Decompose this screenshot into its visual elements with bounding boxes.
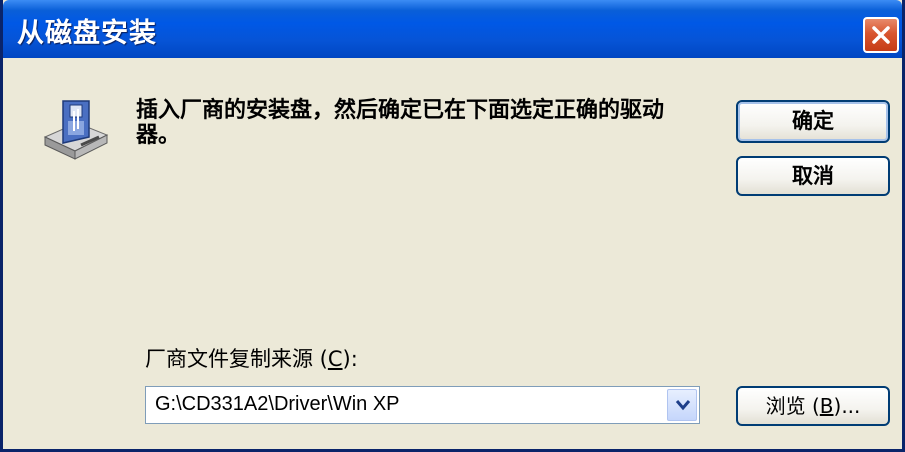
browse-label-hotkey: B (819, 394, 834, 418)
chevron-down-icon (675, 400, 691, 411)
browse-label-prefix: 浏览 ( (765, 394, 820, 418)
source-path-label: 厂商文件复制来源 (C): (145, 343, 358, 373)
close-button[interactable] (863, 17, 899, 53)
source-label-hotkey: C (327, 347, 343, 371)
floppy-drive-icon (43, 100, 109, 160)
source-path-value[interactable]: G:\CD331A2\Driver\Win XP (155, 393, 400, 416)
dropdown-button[interactable] (667, 389, 697, 421)
source-path-combobox[interactable]: G:\CD331A2\Driver\Win XP (145, 386, 700, 424)
window-title: 从磁盘安装 (17, 18, 157, 49)
source-label-suffix: ): (342, 347, 358, 371)
title-bar[interactable]: 从磁盘安装 (3, 0, 902, 58)
source-label-prefix: 厂商文件复制来源 ( (145, 347, 328, 371)
close-icon (872, 26, 890, 44)
install-from-disk-dialog: 从磁盘安装 插入厂商的安装盘，然后确定已在下面选定正确的驱动器。 确定 取消 厂… (0, 0, 905, 452)
cancel-button[interactable]: 取消 (736, 156, 890, 196)
browse-label-suffix: )... (833, 394, 861, 418)
instruction-text: 插入厂商的安装盘，然后确定已在下面选定正确的驱动器。 (136, 98, 665, 148)
browse-button[interactable]: 浏览 (B)... (736, 386, 890, 426)
ok-button[interactable]: 确定 (736, 100, 890, 143)
